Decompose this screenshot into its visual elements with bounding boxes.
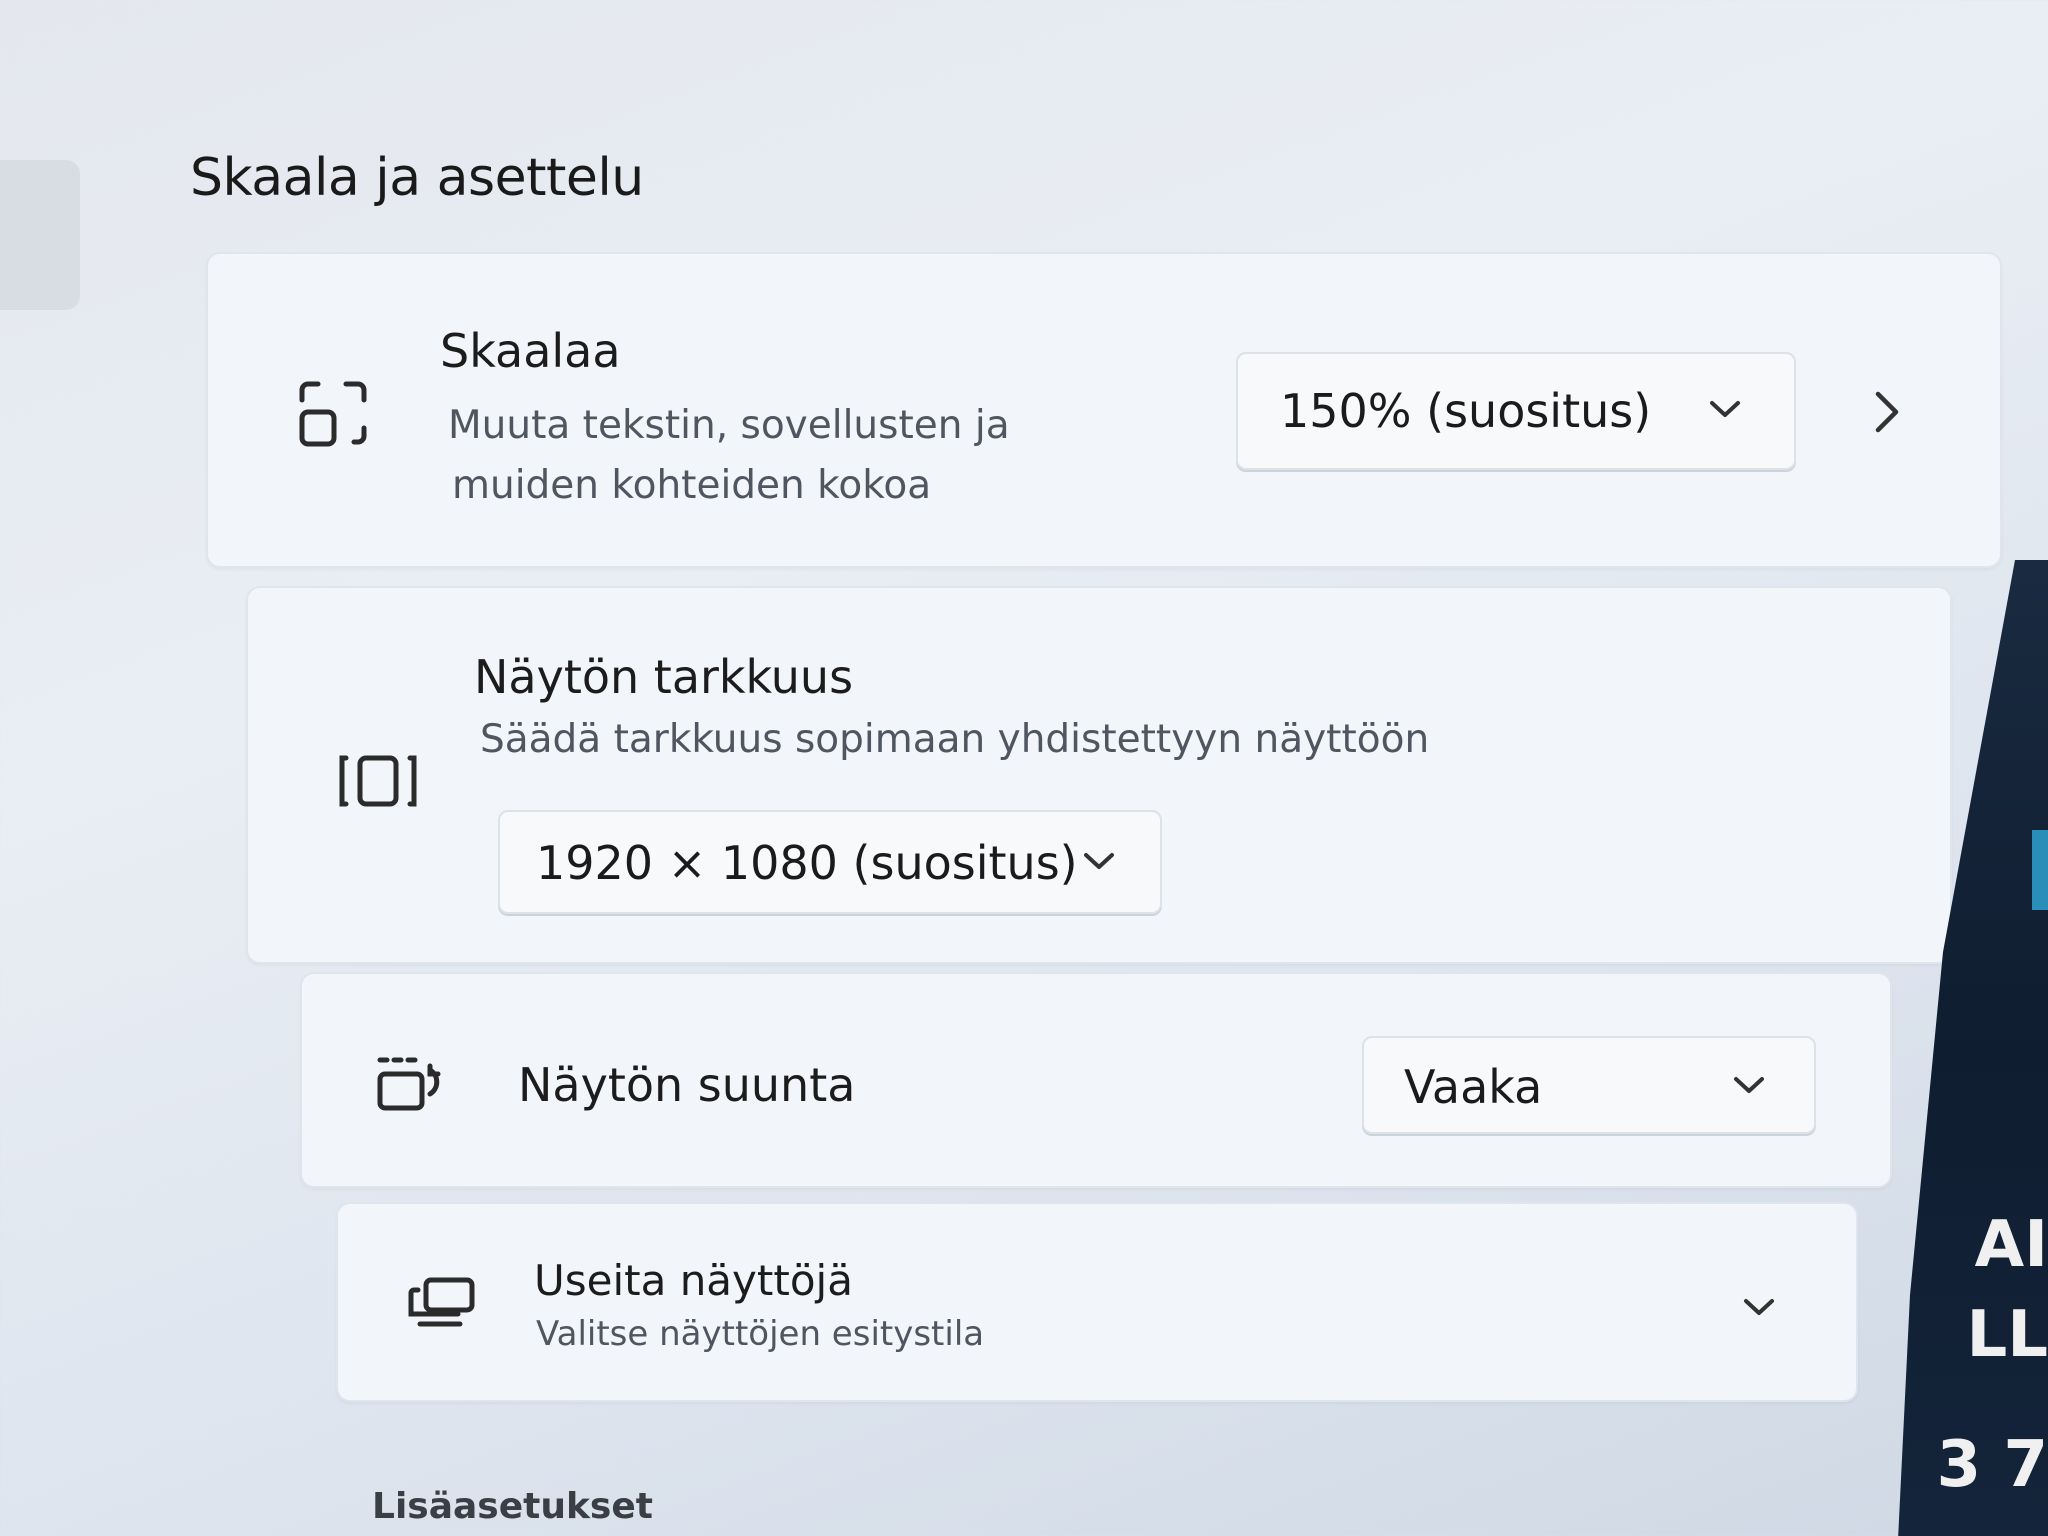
multiple-displays-card[interactable]: Useita näyttöjä Valitse näyttöjen esitys… — [336, 1202, 1858, 1402]
orientation-title: Näytön suunta — [518, 1058, 856, 1112]
chevron-down-icon — [1732, 1074, 1766, 1100]
scale-icon — [296, 378, 372, 450]
more-settings-heading: Lisäasetukset — [372, 1486, 653, 1527]
chevron-down-icon[interactable] — [1742, 1296, 1776, 1322]
chevron-down-icon — [1708, 398, 1742, 424]
resolution-dropdown[interactable]: 1920 × 1080 (suositus) — [498, 810, 1162, 914]
orientation-dropdown[interactable]: Vaaka — [1362, 1036, 1816, 1134]
scale-dropdown[interactable]: 150% (suositus) — [1236, 352, 1796, 470]
resolution-title: Näytön tarkkuus — [474, 650, 854, 704]
section-title: Skaala ja asettelu — [190, 148, 644, 208]
multiple-displays-title: Useita näyttöjä — [534, 1256, 853, 1305]
background-accent-stripe — [2032, 830, 2048, 910]
scale-card[interactable]: Skaalaa Muuta tekstin, sovellusten ja mu… — [206, 252, 2002, 568]
orientation-card: Näytön suunta Vaaka — [300, 972, 1892, 1188]
chevron-down-icon — [1082, 850, 1116, 876]
multiple-displays-subtitle: Valitse näyttöjen esitystila — [536, 1314, 985, 1354]
scale-title: Skaalaa — [440, 324, 621, 378]
chevron-right-icon[interactable] — [1872, 390, 1902, 438]
scale-subtitle-line2: muiden kohteiden kokoa — [452, 463, 932, 508]
background-text: AI LL 3 7 — [1936, 1208, 2048, 1502]
multiple-displays-icon — [408, 1276, 478, 1328]
orientation-icon — [376, 1056, 452, 1112]
resolution-dropdown-value: 1920 × 1080 (suositus) — [536, 836, 1078, 890]
resolution-icon — [338, 752, 418, 810]
scale-subtitle-line1: Muuta tekstin, sovellusten ja — [448, 403, 1010, 448]
orientation-dropdown-value: Vaaka — [1404, 1060, 1543, 1114]
nav-pane-edge — [0, 160, 80, 310]
scale-dropdown-value: 150% (suositus) — [1280, 384, 1652, 438]
resolution-card: Näytön tarkkuus Säädä tarkkuus sopimaan … — [246, 586, 1952, 964]
resolution-subtitle: Säädä tarkkuus sopimaan yhdistettyyn näy… — [480, 717, 1430, 762]
